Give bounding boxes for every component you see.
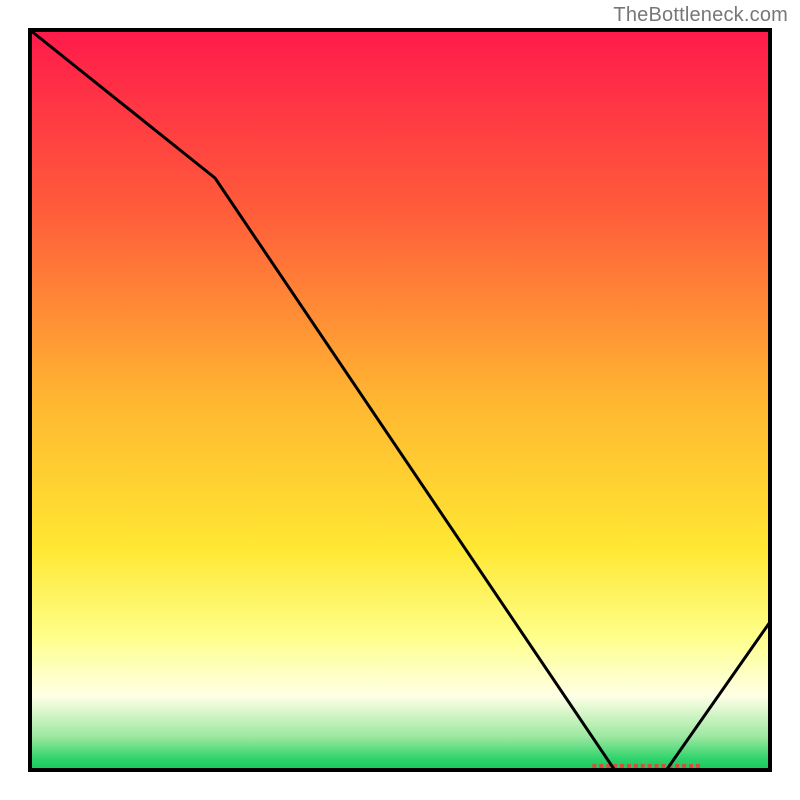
chart-container: { "attribution": "TheBottleneck.com", "c… — [0, 0, 800, 800]
bottleneck-chart — [0, 0, 800, 800]
attribution-text: TheBottleneck.com — [613, 4, 788, 27]
plot-background — [30, 30, 770, 770]
